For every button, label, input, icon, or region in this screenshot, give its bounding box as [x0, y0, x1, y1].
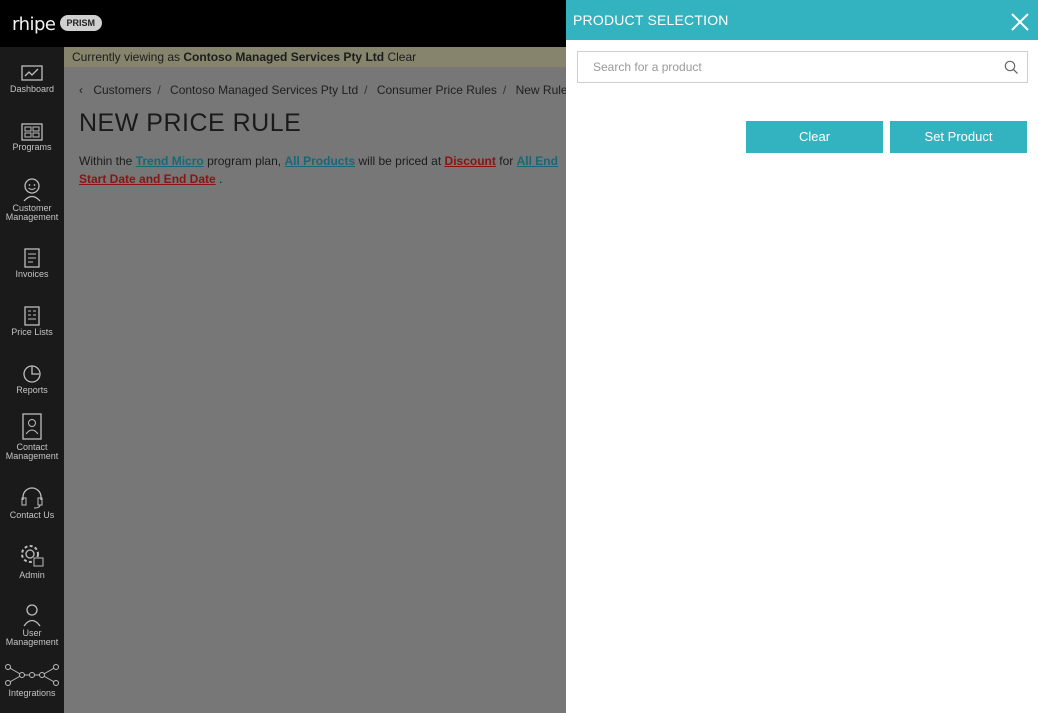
rule-text-4: for [499, 154, 514, 168]
sidebar-item-programs[interactable]: Programs [0, 123, 64, 152]
sidebar-item-label: Reports [16, 385, 48, 395]
sidebar-item-label: Dashboard [9, 84, 55, 94]
sidebar-item-label: Admin [19, 570, 45, 580]
discount-link[interactable]: Discount [445, 154, 496, 168]
search-icon[interactable] [1004, 60, 1019, 75]
rule-text-1: Within the [79, 154, 133, 168]
sidebar-item-label: Invoices [15, 269, 49, 279]
customer-icon [23, 178, 41, 202]
sidebar-item-label: User Management [5, 628, 59, 647]
panel-title: PRODUCT SELECTION [573, 12, 729, 28]
programs-icon [21, 123, 43, 141]
rule-text-5: . [219, 172, 223, 186]
logo-text: rhipe [12, 14, 56, 35]
sidebar-item-label: Programs [12, 142, 52, 152]
close-icon[interactable] [1010, 12, 1030, 32]
sidebar-item-customer-management[interactable]: Customer Management [0, 178, 64, 222]
program-link[interactable]: Trend Micro [136, 154, 204, 168]
rule-sentence: Within the Trend Micro program plan, All… [79, 152, 566, 188]
set-product-button[interactable]: Set Product [890, 121, 1027, 153]
viewing-clear-link[interactable]: Clear [387, 50, 416, 64]
sidebar-item-label: Contact Management [5, 442, 59, 461]
headset-icon [21, 487, 43, 509]
sidebar-item-dashboard[interactable]: Dashboard [0, 65, 64, 94]
sidebar-item-label: Customer Management [5, 203, 59, 222]
products-link[interactable]: All Products [284, 154, 355, 168]
viewing-prefix: Currently viewing as [72, 50, 181, 64]
product-search-input[interactable] [578, 52, 998, 82]
sidebar-item-user-management[interactable]: User Management [0, 603, 64, 647]
breadcrumb-customer[interactable]: Contoso Managed Services Pty Ltd [170, 83, 358, 97]
customers-link[interactable]: All End [517, 154, 558, 168]
breadcrumb-new-rule: New Rule [515, 83, 566, 97]
sidebar: Dashboard Programs Customer Management I… [0, 47, 64, 713]
sidebar-item-integrations[interactable]: Integrations [0, 663, 64, 698]
page-title: NEW PRICE RULE [79, 109, 302, 137]
sidebar-item-invoices[interactable]: Invoices [0, 248, 64, 279]
viewing-as-bar: Currently viewing as Contoso Managed Ser… [64, 47, 566, 67]
contact-card-icon [22, 413, 42, 440]
panel-header: PRODUCT SELECTION [566, 0, 1038, 40]
integrations-icon [5, 664, 59, 686]
user-icon [23, 604, 41, 627]
sidebar-item-price-lists[interactable]: Price Lists [0, 306, 64, 337]
main-content: Currently viewing as Contoso Managed Ser… [64, 47, 566, 713]
clear-button[interactable]: Clear [746, 121, 883, 153]
rule-text-2: program plan, [207, 154, 282, 168]
sidebar-item-label: Contact Us [9, 510, 55, 520]
sidebar-item-contact-management[interactable]: Contact Management [0, 413, 64, 461]
sidebar-item-admin[interactable]: Admin [0, 543, 64, 580]
sidebar-item-contact-us[interactable]: Contact Us [0, 487, 64, 520]
breadcrumb-separator: / [364, 83, 368, 97]
price-list-icon [24, 306, 40, 326]
breadcrumb-separator: / [502, 83, 507, 97]
rule-text-3: will be priced at [358, 154, 442, 168]
product-selection-panel: PRODUCT SELECTION Clear Set Product [566, 0, 1038, 713]
product-search-box [577, 51, 1028, 83]
logo-badge: PRISM [59, 14, 103, 31]
invoice-icon [24, 248, 40, 268]
sidebar-item-label: Integrations [8, 688, 56, 698]
breadcrumb-customers[interactable]: Customers [93, 83, 151, 97]
sidebar-item-reports[interactable]: Reports [0, 364, 64, 395]
admin-gear-icon [21, 545, 44, 567]
rhipe-logo[interactable]: rhipe PRISM [12, 14, 103, 35]
viewing-customer-name: Contoso Managed Services Pty Ltd [183, 50, 385, 64]
breadcrumb-separator: / [157, 83, 161, 97]
breadcrumb-price-rules[interactable]: Consumer Price Rules [377, 83, 497, 97]
sidebar-item-label: Price Lists [11, 327, 53, 337]
back-chevron-icon[interactable]: ‹ [79, 83, 83, 97]
breadcrumb: ‹ Customers / Contoso Managed Services Pt… [79, 83, 566, 97]
reports-icon [23, 365, 41, 383]
dates-link[interactable]: Start Date and End Date [79, 172, 216, 186]
dashboard-icon [21, 65, 43, 81]
